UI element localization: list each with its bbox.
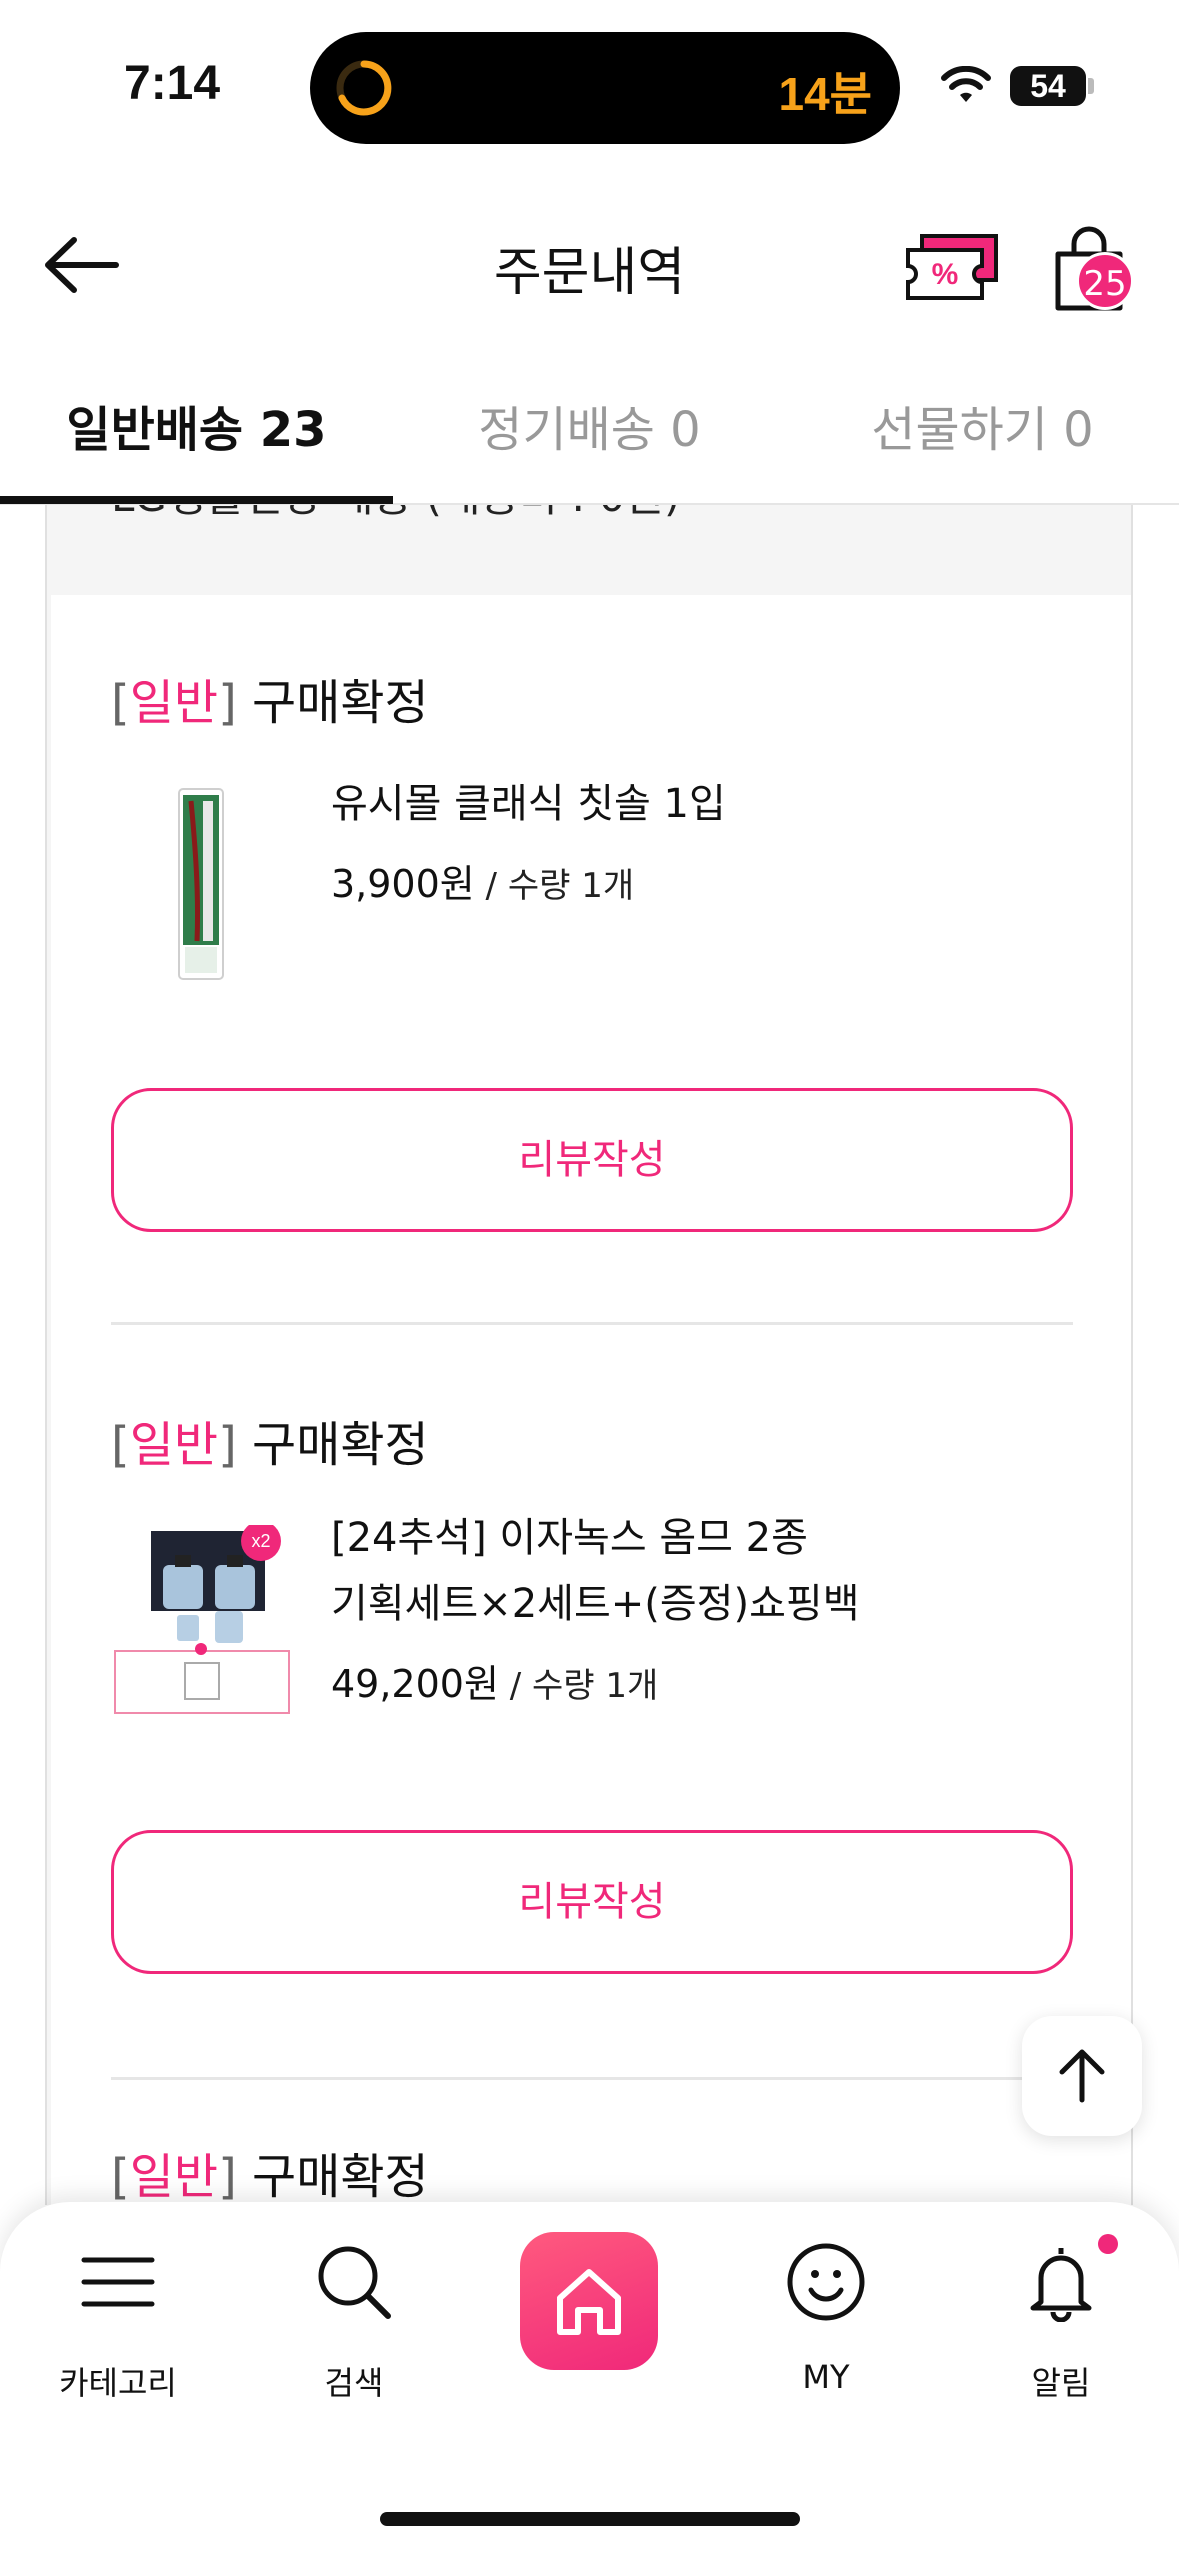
thumbnail-badge: x2 bbox=[251, 1531, 270, 1551]
product-name-line: [24추석] 이자녹스 옴므 2종 bbox=[331, 1515, 808, 1561]
product-thumbnail[interactable]: x2 bbox=[111, 1525, 301, 1725]
delivery-info-text: LG생활건강 배송 (배송비 : 0원) bbox=[111, 505, 680, 524]
nav-label: 알림 bbox=[1031, 2364, 1091, 2402]
nav-label: MY bbox=[802, 2358, 850, 2396]
product-quantity: / 수량 1개 bbox=[474, 866, 635, 906]
bracket: [ bbox=[111, 2149, 130, 2205]
order-type-tag: 일반 bbox=[129, 1417, 219, 1473]
nav-notifications[interactable]: 알림 bbox=[943, 2242, 1179, 2432]
dynamic-island[interactable]: 14분 bbox=[310, 32, 900, 144]
bottom-navigation: 카테고리 검색 MY 알림 bbox=[0, 2202, 1179, 2556]
product-name[interactable]: 유시몰 클래식 칫솔 1입 bbox=[331, 771, 726, 837]
order-type-tabs: 일반배송 23 정기배송 0 선물하기 0 bbox=[0, 360, 1179, 505]
nav-my[interactable]: MY bbox=[708, 2242, 944, 2432]
nav-search[interactable]: 검색 bbox=[236, 2242, 472, 2432]
order-divider bbox=[111, 2077, 1073, 2080]
bracket: ] bbox=[218, 1417, 237, 1473]
notification-dot bbox=[1098, 2234, 1118, 2254]
order-status-label: 구매확정 bbox=[236, 2149, 429, 2205]
product-quantity: / 수량 1개 bbox=[498, 1666, 659, 1706]
write-review-button[interactable]: 리뷰작성 bbox=[111, 1830, 1073, 1974]
status-time: 7:14 bbox=[124, 57, 221, 110]
order-status-label: 구매확정 bbox=[236, 675, 429, 731]
order-status: [일반] 구매확정 bbox=[111, 1405, 429, 1475]
order-divider bbox=[111, 1322, 1073, 1325]
bracket: ] bbox=[218, 675, 237, 731]
home-icon bbox=[557, 2269, 621, 2335]
home-indicator bbox=[380, 2512, 800, 2526]
status-bar: 7:14 14분 54 bbox=[0, 0, 1179, 170]
product-thumbnail[interactable] bbox=[111, 783, 301, 983]
product-price-line: 3,900원 / 수량 1개 bbox=[331, 853, 634, 908]
active-tab-indicator bbox=[0, 496, 393, 504]
battery-indicator: 54 bbox=[1010, 66, 1086, 106]
product-price: 3,900원 bbox=[331, 862, 475, 906]
nav-category[interactable]: 카테고리 bbox=[0, 2242, 236, 2432]
nav-label: 검색 bbox=[324, 2364, 384, 2402]
order-status: [일반] 구매확정 bbox=[111, 2137, 429, 2205]
write-review-button[interactable]: 리뷰작성 bbox=[111, 1088, 1073, 1232]
battery-tip bbox=[1088, 78, 1094, 94]
activity-timer-text: 14분 bbox=[778, 68, 873, 120]
search-icon bbox=[318, 2246, 391, 2319]
wifi-icon bbox=[941, 66, 991, 102]
arrow-up-icon bbox=[1059, 2049, 1105, 2103]
page-header: 주문내역 % bbox=[0, 200, 1179, 330]
tab-gift[interactable]: 선물하기 0 bbox=[786, 390, 1179, 460]
cart-count-badge: 25 bbox=[1076, 252, 1134, 310]
nav-label: 카테고리 bbox=[59, 2364, 177, 2402]
order-type-tag: 일반 bbox=[129, 2149, 219, 2205]
scroll-to-top-button[interactable] bbox=[1022, 2016, 1142, 2136]
coupon-icon[interactable]: % bbox=[900, 228, 1004, 308]
timer-icon bbox=[336, 60, 392, 116]
bracket: [ bbox=[111, 1417, 130, 1473]
product-name[interactable]: [24추석] 이자녹스 옴므 2종기획세트×2세트+(증정)쇼핑백 bbox=[331, 1505, 860, 1637]
order-status: [일반] 구매확정 bbox=[111, 663, 429, 733]
tab-regular-delivery[interactable]: 정기배송 0 bbox=[393, 390, 786, 460]
product-price: 49,200원 bbox=[331, 1662, 499, 1706]
order-status-label: 구매확정 bbox=[236, 1417, 429, 1473]
bell-icon bbox=[1030, 2248, 1092, 2322]
smile-icon bbox=[787, 2243, 865, 2321]
product-name-line: 기획세트×2세트+(증정)쇼핑백 bbox=[331, 1581, 860, 1627]
order-card: [일반] 구매확정 유시몰 클래식 칫솔 1입 3,900원 / 수량 1개 리… bbox=[51, 595, 1131, 2205]
tab-general-delivery[interactable]: 일반배송 23 bbox=[0, 390, 393, 460]
order-type-tag: 일반 bbox=[129, 675, 219, 731]
bracket: [ bbox=[111, 675, 130, 731]
menu-icon bbox=[81, 2257, 155, 2307]
bracket: ] bbox=[218, 2149, 237, 2205]
order-list[interactable]: LG생활건강 배송 (배송비 : 0원) [일반] 구매확정 유시몰 클래식 칫… bbox=[45, 505, 1133, 2205]
svg-text:%: % bbox=[932, 258, 959, 291]
product-price-line: 49,200원 / 수량 1개 bbox=[331, 1653, 658, 1708]
nav-home-button[interactable] bbox=[520, 2232, 658, 2370]
